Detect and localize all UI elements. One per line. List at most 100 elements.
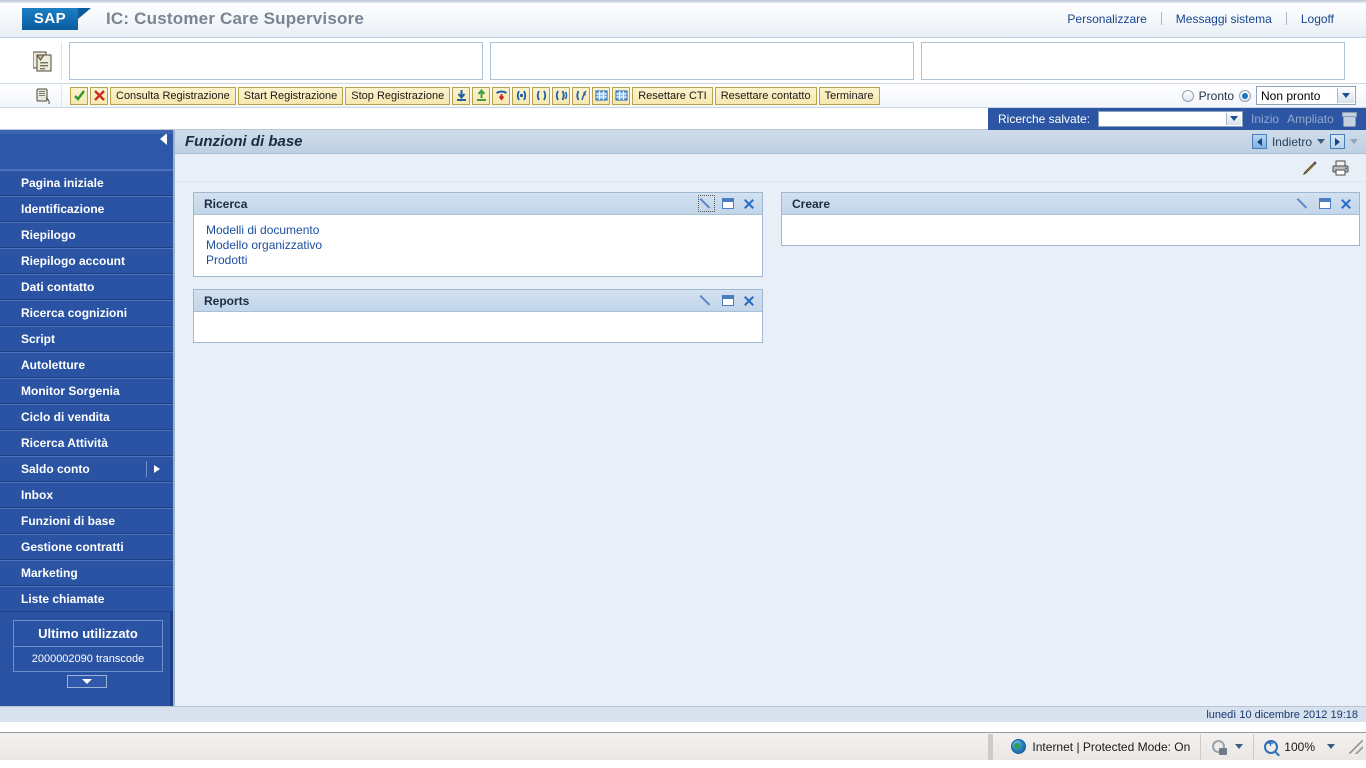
link-messaggi-sistema[interactable]: Messaggi sistema xyxy=(1162,12,1286,26)
sidebar-item-inbox[interactable]: Inbox xyxy=(0,482,173,508)
chevron-right-icon xyxy=(154,465,160,473)
body-container: Pagina iniziale Identificazione Riepilog… xyxy=(0,130,1366,706)
sidebar-item-riepilogo-account[interactable]: Riepilogo account xyxy=(0,248,173,274)
red-x-icon[interactable] xyxy=(90,86,108,105)
sidebar-item-gestione-contratti[interactable]: Gestione contratti xyxy=(0,534,173,560)
sidebar-item-label: Ciclo di vendita xyxy=(21,410,110,424)
sidebar-item-label: Inbox xyxy=(21,488,53,502)
saved-search-bar: Ricerche salvate: Inizio Ampliato xyxy=(0,107,1366,130)
browser-gap xyxy=(0,722,1366,732)
telephone-icon[interactable] xyxy=(24,84,62,107)
trash-icon[interactable] xyxy=(1341,112,1357,127)
printer-icon[interactable] xyxy=(1332,160,1350,176)
link-logoff[interactable]: Logoff xyxy=(1287,12,1348,26)
link-prodotti[interactable]: Prodotti xyxy=(206,253,762,268)
collapse-left-icon[interactable] xyxy=(160,133,167,145)
recent-items-box: Ultimo utilizzato 2000002090 transcode xyxy=(13,620,163,672)
window-resize-grip[interactable] xyxy=(1349,739,1363,754)
hangup-phone-icon[interactable] xyxy=(492,86,511,105)
terminare-button[interactable]: Terminare xyxy=(818,86,880,105)
link-inizio[interactable]: Inizio xyxy=(1251,112,1279,126)
sidebar-item-ricerca-attivita[interactable]: Ricerca Attività xyxy=(0,430,173,456)
panel-body xyxy=(782,215,1359,245)
link-modello-organizzativo[interactable]: Modello organizzativo xyxy=(206,238,762,253)
contact-field-3[interactable] xyxy=(921,41,1345,80)
zoom-chevron-icon[interactable] xyxy=(1327,744,1335,749)
forward-arrow-icon[interactable] xyxy=(1330,134,1345,149)
sidebar-item-label: Ricerca Attività xyxy=(21,436,108,450)
contact-field-1[interactable] xyxy=(69,41,483,80)
sidebar-item-saldo-conto[interactable]: Saldo conto xyxy=(0,456,173,482)
link-personalizzare[interactable]: Personalizzare xyxy=(1053,12,1160,26)
panel-creare: Creare xyxy=(781,192,1360,246)
sidebar-item-autoletture[interactable]: Autoletture xyxy=(0,352,173,378)
resettare-cti-button[interactable]: Resettare CTI xyxy=(632,86,713,105)
saved-search-select[interactable] xyxy=(1098,110,1244,127)
consulta-registrazione-button[interactable]: Consulta Registrazione xyxy=(110,86,236,105)
contact-info-bar xyxy=(0,38,1366,84)
sidebar-item-riepilogo[interactable]: Riepilogo xyxy=(0,222,173,248)
sidebar-item-label: Gestione contratti xyxy=(21,540,124,554)
conference-call-icon[interactable] xyxy=(512,86,531,105)
sidebar-item-funzioni-di-base[interactable]: Funzioni di base xyxy=(0,508,173,534)
forward-history-chevron-icon[interactable] xyxy=(1350,139,1358,144)
main-content: Funzioni di base Indietro Ricerca Modell… xyxy=(175,130,1366,706)
pencil-icon[interactable] xyxy=(1297,197,1310,210)
dialpad-alt-icon[interactable] xyxy=(612,86,631,105)
sidebar-item-script[interactable]: Script xyxy=(0,326,173,352)
history-navigation: Indietro xyxy=(1251,134,1358,149)
start-registrazione-button[interactable]: Start Registrazione xyxy=(237,86,344,105)
link-ampliato[interactable]: Ampliato xyxy=(1287,112,1334,126)
hold-call-icon[interactable] xyxy=(532,86,551,105)
back-label[interactable]: Indietro xyxy=(1272,135,1312,149)
link-modelli-di-documento[interactable]: Modelli di documento xyxy=(206,223,762,238)
radio-pronto[interactable] xyxy=(1181,89,1194,102)
minimize-icon[interactable] xyxy=(722,198,734,209)
sidebar-item-label: Funzioni di base xyxy=(21,514,116,528)
close-icon[interactable] xyxy=(1340,198,1352,210)
sidebar-item-identificazione[interactable]: Identificazione xyxy=(0,196,173,222)
non-pronto-select[interactable]: Non pronto xyxy=(1256,86,1356,105)
sidebar-item-liste-chiamate[interactable]: Liste chiamate xyxy=(0,586,173,612)
close-icon[interactable] xyxy=(743,198,755,210)
pencil-icon[interactable] xyxy=(1302,160,1318,176)
chevron-down-icon[interactable] xyxy=(1337,88,1354,103)
close-icon[interactable] xyxy=(743,295,755,307)
chevron-down-icon[interactable] xyxy=(66,675,107,688)
clipboard-icon[interactable] xyxy=(24,41,62,80)
contact-field-2[interactable] xyxy=(490,41,914,80)
zoom-icon[interactable] xyxy=(1264,738,1279,754)
sidebar-item-label: Riepilogo account xyxy=(21,254,126,268)
sidebar-item-label: Identificazione xyxy=(21,202,105,216)
sidebar-item-dati-contatto[interactable]: Dati contatto xyxy=(0,274,173,300)
recent-item[interactable]: 2000002090 transcode xyxy=(14,647,162,671)
pencil-icon[interactable] xyxy=(698,195,715,212)
sidebar-item-ciclo-di-vendita[interactable]: Ciclo di vendita xyxy=(0,404,173,430)
minimize-icon[interactable] xyxy=(1319,198,1331,209)
dialpad-icon[interactable] xyxy=(592,86,611,105)
green-check-icon[interactable] xyxy=(70,86,88,105)
sidebar-item-label: Pagina iniziale xyxy=(21,176,104,190)
resettare-contatto-button[interactable]: Resettare contatto xyxy=(714,86,817,105)
sidebar-item-monitor-sorgenia[interactable]: Monitor Sorgenia xyxy=(0,378,173,404)
radio-non-pronto[interactable] xyxy=(1239,89,1251,102)
call-release-up-icon[interactable] xyxy=(472,86,491,105)
panel-actions xyxy=(698,195,755,212)
sidebar-item-ricerca-cognizioni[interactable]: Ricerca cognizioni xyxy=(0,300,173,326)
chevron-down-icon[interactable] xyxy=(1226,112,1242,125)
divider xyxy=(992,733,994,760)
protected-mode-chevron-icon[interactable] xyxy=(1235,744,1244,749)
pencil-icon[interactable] xyxy=(700,294,713,307)
sidebar-item-marketing[interactable]: Marketing xyxy=(0,560,173,586)
protected-mode-icon[interactable] xyxy=(1209,739,1228,755)
consult-call-icon[interactable] xyxy=(572,86,591,105)
stop-registrazione-button[interactable]: Stop Registrazione xyxy=(345,86,451,105)
security-zone-indicator[interactable]: Internet | Protected Mode: On xyxy=(1001,739,1200,754)
transfer-call-icon[interactable] xyxy=(552,86,571,105)
call-accept-down-icon[interactable] xyxy=(452,86,471,105)
minimize-icon[interactable] xyxy=(722,295,734,306)
back-history-chevron-icon[interactable] xyxy=(1317,139,1325,144)
sidebar-header xyxy=(0,130,173,170)
back-arrow-icon[interactable] xyxy=(1251,134,1267,149)
sidebar-item-pagina-iniziale[interactable]: Pagina iniziale xyxy=(0,170,173,196)
